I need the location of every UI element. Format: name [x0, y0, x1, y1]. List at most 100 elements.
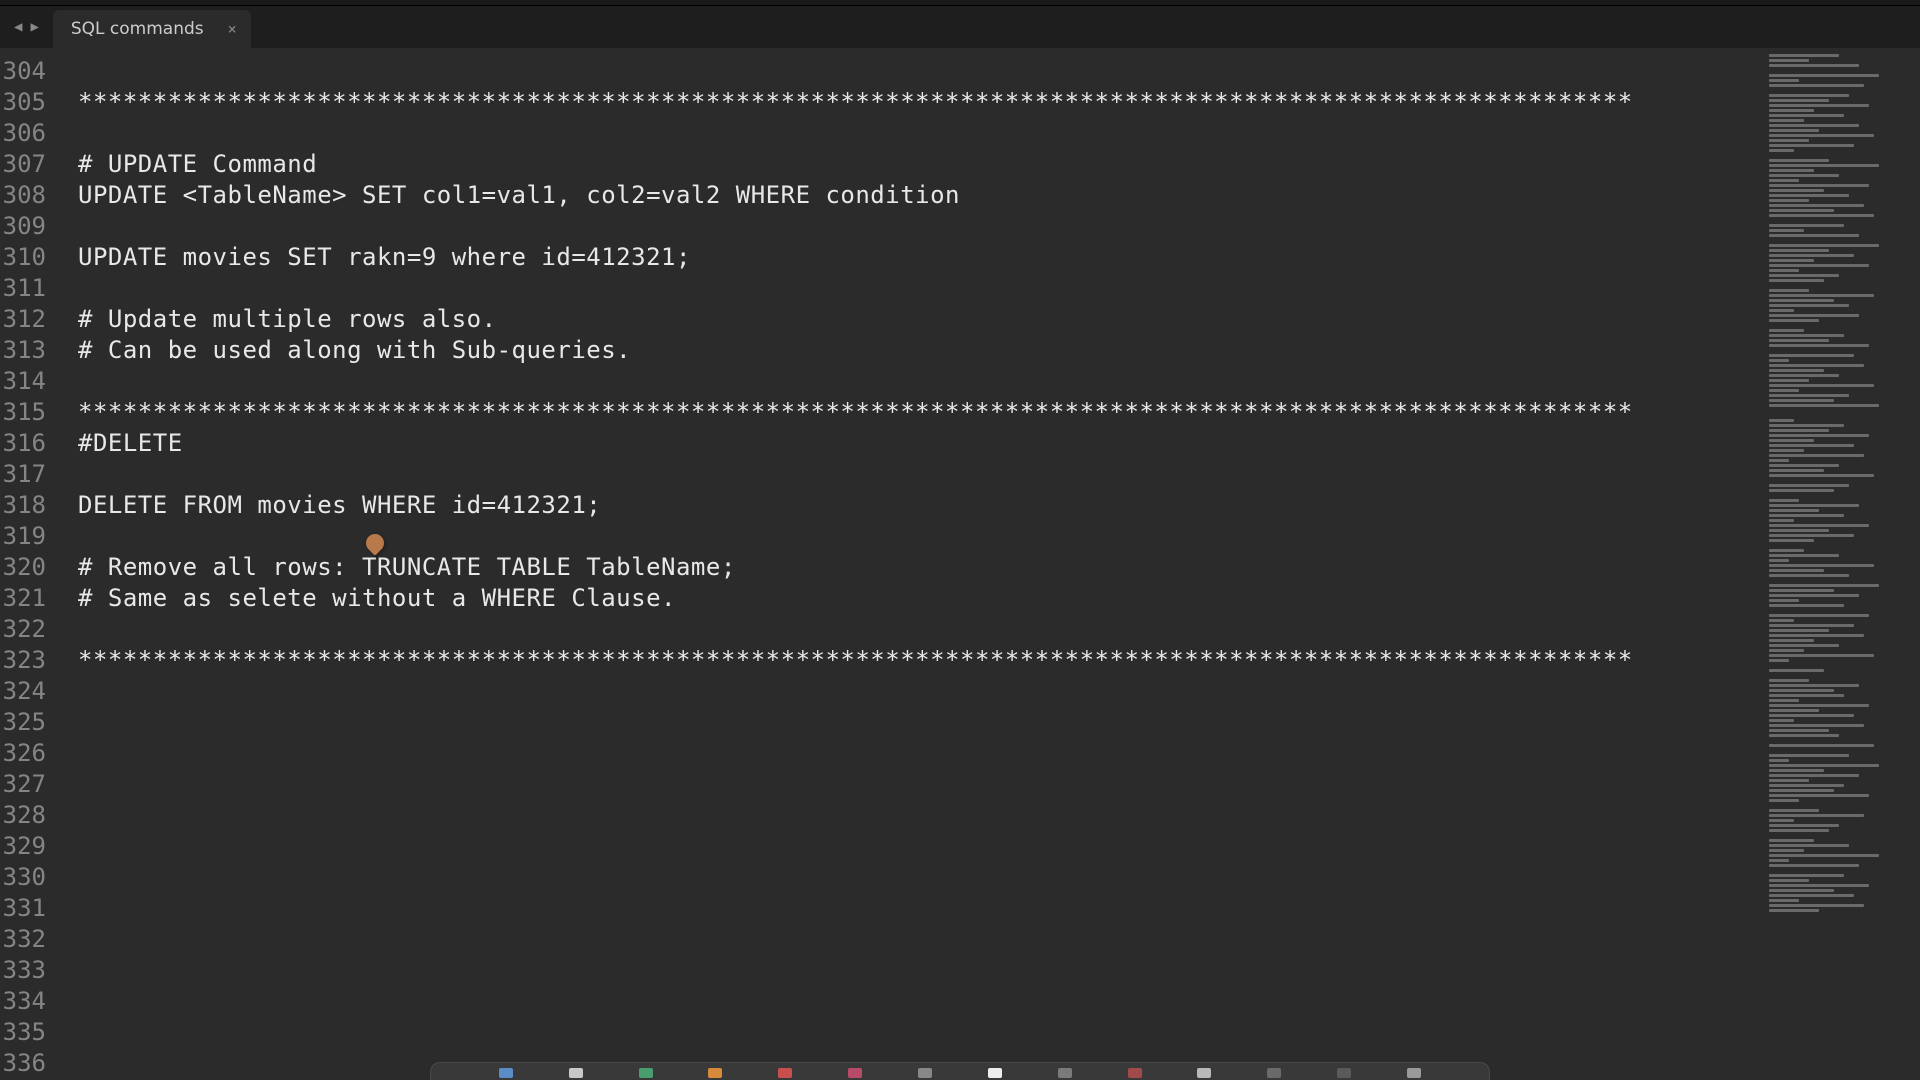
code-line[interactable]: [78, 211, 1765, 242]
minimap-line: [1769, 729, 1829, 732]
minimap-line: [1769, 224, 1844, 227]
minimap-line: [1769, 344, 1869, 347]
minimap-line: [1769, 879, 1809, 882]
line-number: 304: [0, 56, 46, 87]
minimap-line: [1769, 254, 1854, 257]
minimap-line: [1769, 439, 1814, 442]
line-number: 329: [0, 831, 46, 862]
code-line[interactable]: [78, 614, 1765, 645]
code-line[interactable]: [78, 924, 1765, 955]
code-line[interactable]: [78, 676, 1765, 707]
minimap-line: [1769, 214, 1874, 217]
dock-app-icon[interactable]: [708, 1068, 722, 1078]
minimap-line: [1769, 644, 1839, 647]
dock-app-icon[interactable]: [1407, 1068, 1421, 1078]
code-line[interactable]: ****************************************…: [78, 397, 1765, 428]
nav-forward-icon[interactable]: ▶: [26, 19, 42, 35]
code-line[interactable]: ****************************************…: [78, 645, 1765, 676]
minimap-line: [1769, 659, 1789, 662]
code-line[interactable]: [78, 893, 1765, 924]
minimap-line: [1769, 654, 1874, 657]
minimap-line: [1769, 504, 1859, 507]
minimap-line: [1769, 639, 1814, 642]
code-line[interactable]: [78, 459, 1765, 490]
minimap-line: [1769, 874, 1844, 877]
minimap-line: [1769, 714, 1854, 717]
minimap-line: [1769, 569, 1824, 572]
code-line[interactable]: # Remove all rows: TRUNCATE TABLE TableN…: [78, 552, 1765, 583]
dock-app-icon[interactable]: [778, 1068, 792, 1078]
code-line[interactable]: [78, 366, 1765, 397]
code-line[interactable]: # Can be used along with Sub-queries.: [78, 335, 1765, 366]
minimap-line: [1769, 609, 1916, 612]
dock-app-icon[interactable]: [639, 1068, 653, 1078]
minimap-line: [1769, 94, 1849, 97]
minimap-line: [1769, 489, 1834, 492]
code-line[interactable]: [78, 118, 1765, 149]
minimap-line: [1769, 474, 1874, 477]
minimap-line: [1769, 159, 1829, 162]
dock-app-icon[interactable]: [569, 1068, 583, 1078]
minimap-line: [1769, 834, 1916, 837]
line-number: 318: [0, 490, 46, 521]
code-line[interactable]: [78, 707, 1765, 738]
tab-sql-commands[interactable]: SQL commands ×: [53, 10, 251, 48]
minimap-line: [1769, 59, 1809, 62]
system-dock[interactable]: [430, 1062, 1490, 1080]
code-line[interactable]: [78, 769, 1765, 800]
minimap-line: [1769, 889, 1834, 892]
editor-container: 3043053063073083093103113123133143153163…: [0, 48, 1920, 1080]
minimap[interactable]: [1765, 48, 1920, 1080]
code-line[interactable]: # Update multiple rows also.: [78, 304, 1765, 335]
code-area[interactable]: ****************************************…: [56, 48, 1765, 1080]
code-line[interactable]: [78, 1017, 1765, 1048]
code-line[interactable]: [78, 800, 1765, 831]
minimap-line: [1769, 79, 1799, 82]
code-line[interactable]: # Same as selete without a WHERE Clause.: [78, 583, 1765, 614]
nav-back-icon[interactable]: ◀: [10, 19, 26, 35]
minimap-line: [1769, 509, 1819, 512]
code-line[interactable]: [78, 273, 1765, 304]
minimap-line: [1769, 804, 1916, 807]
minimap-line: [1769, 809, 1819, 812]
code-line[interactable]: UPDATE <TableName> SET col1=val1, col2=v…: [78, 180, 1765, 211]
code-line[interactable]: [78, 521, 1765, 552]
code-line[interactable]: UPDATE movies SET rakn=9 where id=412321…: [78, 242, 1765, 273]
line-number: 321: [0, 583, 46, 614]
dock-app-icon[interactable]: [499, 1068, 513, 1078]
minimap-line: [1769, 269, 1799, 272]
minimap-line: [1769, 239, 1916, 242]
close-icon[interactable]: ×: [228, 20, 237, 38]
code-line[interactable]: [78, 56, 1765, 87]
dock-app-icon[interactable]: [988, 1068, 1002, 1078]
code-line[interactable]: DELETE FROM movies WHERE id=412321;: [78, 490, 1765, 521]
dock-app-icon[interactable]: [848, 1068, 862, 1078]
minimap-line: [1769, 244, 1879, 247]
code-line[interactable]: [78, 862, 1765, 893]
dock-app-icon[interactable]: [1197, 1068, 1211, 1078]
code-line[interactable]: #DELETE: [78, 428, 1765, 459]
minimap-line: [1769, 274, 1839, 277]
minimap-line: [1769, 294, 1874, 297]
minimap-line: [1769, 409, 1916, 412]
code-line[interactable]: # UPDATE Command: [78, 149, 1765, 180]
minimap-line: [1769, 724, 1864, 727]
minimap-line: [1769, 289, 1809, 292]
minimap-line: [1769, 154, 1916, 157]
dock-app-icon[interactable]: [1337, 1068, 1351, 1078]
line-number: 323: [0, 645, 46, 676]
minimap-line: [1769, 514, 1844, 517]
dock-app-icon[interactable]: [1267, 1068, 1281, 1078]
minimap-line: [1769, 689, 1834, 692]
code-line[interactable]: [78, 738, 1765, 769]
code-line[interactable]: ****************************************…: [78, 87, 1765, 118]
minimap-line: [1769, 664, 1916, 667]
dock-app-icon[interactable]: [1128, 1068, 1142, 1078]
dock-app-icon[interactable]: [918, 1068, 932, 1078]
minimap-line: [1769, 119, 1804, 122]
code-line[interactable]: [78, 986, 1765, 1017]
code-line[interactable]: [78, 831, 1765, 862]
dock-app-icon[interactable]: [1058, 1068, 1072, 1078]
code-line[interactable]: [78, 955, 1765, 986]
minimap-line: [1769, 324, 1916, 327]
